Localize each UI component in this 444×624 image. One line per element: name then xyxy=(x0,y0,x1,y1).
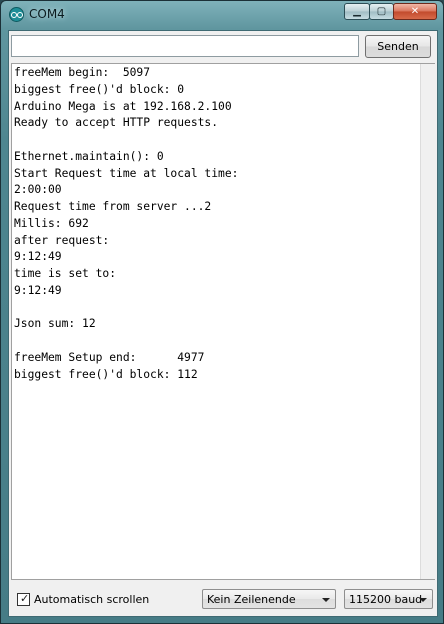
maximize-button[interactable]: ▢ xyxy=(369,3,394,20)
check-icon: ✓ xyxy=(20,592,30,605)
window-title: COM4 xyxy=(29,7,65,21)
output-line: biggest free()'d block: 0 xyxy=(14,82,185,96)
output-line: 9:12:49 xyxy=(14,250,62,264)
maximize-icon: ▢ xyxy=(376,6,387,17)
client-area: Senden freeMem begin: 5097 biggest free()… xyxy=(8,30,438,617)
close-button[interactable]: ✕ xyxy=(393,3,437,20)
send-button[interactable]: Senden xyxy=(365,35,431,58)
output-line: freeMem begin: 5097 xyxy=(14,66,151,79)
output-line: biggest free()'d block: 112 xyxy=(14,367,198,381)
output-line: Ethernet.maintain(): 0 xyxy=(14,149,164,163)
output-line: Millis: 692 xyxy=(14,216,89,230)
chevron-down-icon xyxy=(322,598,330,602)
close-icon: ✕ xyxy=(410,6,420,17)
bottom-bar: ✓ Automatisch scrollen Kein Zeilenende 1… xyxy=(9,585,437,615)
output-line: freeMem Setup end: 4977 xyxy=(14,350,205,364)
output-line: 2:00:00 xyxy=(14,183,62,197)
baud-rate-value: 115200 baud xyxy=(349,593,423,606)
output-line: 9:12:49 xyxy=(14,283,62,297)
arduino-icon xyxy=(9,7,24,22)
autoscroll-label[interactable]: Automatisch scrollen xyxy=(34,593,149,606)
output-line: Arduino Mega is at 192.168.2.100 xyxy=(14,99,232,113)
output-line: Request time from server ...2 xyxy=(14,200,212,213)
chevron-down-icon xyxy=(419,598,427,602)
send-button-label: Senden xyxy=(377,40,419,53)
send-input[interactable] xyxy=(11,35,359,57)
line-ending-value: Kein Zeilenende xyxy=(207,593,296,606)
autoscroll-checkbox[interactable]: ✓ xyxy=(17,592,30,606)
output-line: Ready to accept HTTP requests. xyxy=(14,116,219,130)
line-ending-select[interactable]: Kein Zeilenende xyxy=(202,589,336,609)
output-line: time is set to: xyxy=(14,267,117,280)
serial-output[interactable]: freeMem begin: 5097 biggest free()'d bloc… xyxy=(11,63,435,580)
output-line: Json sum: 12 xyxy=(14,317,96,331)
baud-rate-select[interactable]: 115200 baud xyxy=(344,589,433,609)
output-line: after request: xyxy=(14,233,110,247)
minimize-icon: ▁ xyxy=(353,6,361,17)
minimize-button[interactable]: ▁ xyxy=(344,3,370,20)
serial-output-lines: freeMem begin: 5097 biggest free()'d bloc… xyxy=(12,65,422,383)
vertical-scrollbar[interactable] xyxy=(420,64,435,579)
output-line: Start Request time at local time: xyxy=(14,166,239,180)
serial-monitor-window: COM4 ▁ ▢ ✕ Senden freeMem begin: 5097 big… xyxy=(0,0,444,624)
title-bar[interactable]: COM4 ▁ ▢ ✕ xyxy=(1,1,443,27)
